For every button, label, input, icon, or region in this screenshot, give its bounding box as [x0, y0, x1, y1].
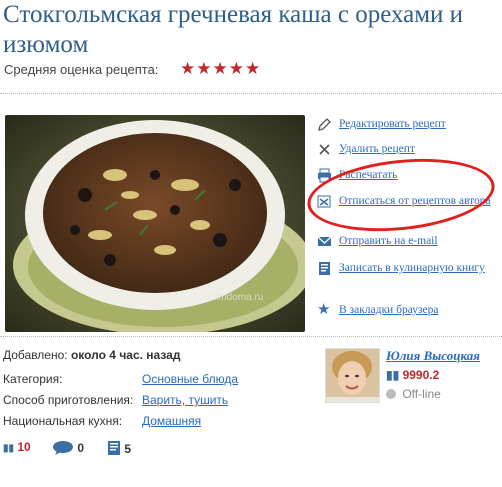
author-score-value: 9990.2 [402, 368, 440, 382]
envelope-icon [317, 236, 332, 246]
cookbook-icon [319, 262, 330, 275]
category-label: Категория: [3, 372, 63, 386]
comment-bubble-icon [53, 441, 73, 455]
cuisine-link[interactable]: Домашняя [142, 414, 201, 428]
recipe-photo: edimdoma.ru [5, 115, 305, 332]
author-avatar[interactable] [325, 348, 380, 403]
stats-books-value: 5 [124, 442, 132, 456]
edit-recipe-link[interactable]: Редактировать рецепт [317, 117, 497, 131]
added-value: около 4 час. назад [70, 348, 181, 362]
rating-bars-icon: ▮▮ [3, 443, 15, 454]
stats-rating-value: 10 [17, 440, 31, 454]
bookmark-link[interactable]: ★ В закладки браузера [317, 302, 497, 318]
stats-books[interactable]: 5 [107, 440, 131, 456]
method-label: Способ приготовления: [3, 393, 134, 407]
author-score: ▮▮ 9990.2 [386, 368, 439, 382]
edit-recipe-label: Редактировать рецепт [339, 118, 446, 130]
rating-bars-icon: ▮▮ [386, 368, 400, 382]
stats-comments[interactable]: 0 [52, 440, 84, 455]
author-name-link[interactable]: Юлия Высоцкая [386, 348, 480, 364]
added-label: Добавлено: [3, 348, 68, 362]
offline-dot-icon [386, 389, 396, 399]
email-label: Отправить на e-mail [339, 235, 438, 247]
divider [0, 93, 502, 94]
highlight-oval [303, 150, 499, 240]
method-link[interactable]: Варить, тушить [142, 393, 228, 407]
divider [0, 336, 502, 337]
added-row: Добавлено: около 4 час. назад [3, 348, 180, 362]
delete-recipe-link[interactable]: Удалить рецепт [317, 142, 497, 156]
add-to-cookbook-label: Записать в кулинарную книгу [339, 262, 485, 274]
close-icon [319, 144, 330, 155]
photo-watermark: edimdoma.ru [205, 292, 263, 303]
stats-rating: ▮▮ 10 [3, 440, 31, 454]
bookmark-label: В закладки браузера [339, 304, 439, 316]
author-status: Off-line [386, 387, 441, 401]
book-icon [108, 441, 120, 455]
rating-stars[interactable]: ★★★★★ [180, 59, 261, 79]
email-link[interactable]: Отправить на e-mail [317, 234, 497, 248]
category-link[interactable]: Основные блюда [142, 372, 238, 386]
rating-label: Средняя оценка рецепта: [4, 62, 159, 77]
delete-recipe-label: Удалить рецепт [339, 143, 415, 155]
stats-comments-value: 0 [77, 441, 85, 455]
pencil-icon [318, 118, 331, 131]
add-to-cookbook-link[interactable]: Записать в кулинарную книгу [317, 261, 497, 275]
recipe-title: Стокгольмская гречневая каша с орехами и… [3, 1, 464, 58]
cuisine-label: Национальная кухня: [3, 414, 123, 428]
star-icon: ★ [317, 302, 331, 318]
author-status-text: Off-line [402, 387, 441, 401]
